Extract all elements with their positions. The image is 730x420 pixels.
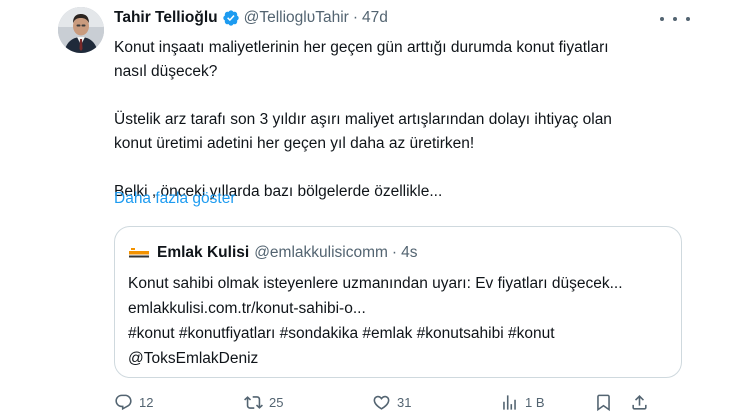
author-avatar[interactable]	[58, 7, 104, 53]
reply-count: 12	[139, 394, 154, 410]
quote-line: Konut sahibi olmak isteyenlere uzmanında…	[128, 275, 623, 292]
like-count: 31	[397, 394, 412, 410]
quoted-tweet[interactable]: Emlak Kulisi @emlakkulisicomm · 4s Konut…	[114, 226, 682, 378]
quote-avatar[interactable]	[128, 243, 150, 265]
quote-text: Konut sahibi olmak isteyenlere uzmanında…	[128, 271, 673, 371]
tweet-line: Üstelik arz tarafı son 3 yıldır aşırı ma…	[114, 111, 612, 128]
tweet-time[interactable]: 47d	[362, 9, 388, 27]
quote-time[interactable]: 4s	[401, 244, 417, 262]
tweet-header: Tahir Tellioğlu @TellioglυTahir · 47d	[114, 8, 388, 28]
separator-dot: ·	[352, 9, 358, 26]
author-name[interactable]: Tahir Tellioğlu	[114, 9, 218, 27]
reply-icon	[115, 394, 132, 410]
quote-mention[interactable]: @ToksEmlakDeniz	[128, 346, 673, 371]
retweet-icon	[244, 395, 263, 409]
verified-badge-icon	[222, 9, 240, 27]
heart-icon	[373, 395, 390, 410]
tweet-text: Konut inşaatı maliyetlerinin her geçen g…	[114, 36, 704, 204]
tweet-line: konut üretimi adetini her geçen yıl daha…	[114, 135, 475, 152]
tweet: Tahir Tellioğlu @TellioglυTahir · 47d Ko…	[0, 0, 730, 420]
views-count: 1 B	[525, 394, 545, 410]
tweet-line: Konut inşaatı maliyetlerinin her geçen g…	[114, 39, 609, 56]
bookmark-icon	[597, 394, 610, 411]
tweet-line: nasıl düşecek?	[114, 63, 218, 80]
retweet-count: 25	[269, 394, 284, 410]
quote-author-handle[interactable]: @emlakkulisicomm	[254, 244, 388, 262]
retweet-button[interactable]: 25	[244, 390, 283, 414]
quote-link[interactable]: emlakkulisi.com.tr/konut-sahibi-o...	[128, 296, 673, 321]
share-icon	[632, 394, 647, 410]
quote-header: Emlak Kulisi @emlakkulisicomm · 4s	[157, 242, 417, 264]
separator-dot: ·	[391, 244, 398, 261]
reply-button[interactable]: 12	[114, 390, 153, 414]
views-button[interactable]: 1 B	[500, 390, 545, 414]
more-dots-icon[interactable]	[660, 12, 690, 26]
show-more-link[interactable]: Daha fazla göster	[114, 190, 236, 208]
views-chart-icon	[503, 394, 516, 410]
emlak-kulisi-logo	[128, 243, 150, 265]
tweet-actions: 12 25 31 1 B	[110, 390, 690, 414]
author-handle[interactable]: @TellioglυTahir	[244, 9, 349, 27]
quote-author-name[interactable]: Emlak Kulisi	[157, 244, 249, 262]
quote-hashtags[interactable]: #konut #konutfiyatları #sondakika #emlak…	[128, 321, 673, 346]
like-button[interactable]: 31	[372, 390, 411, 414]
avatar-photo	[58, 7, 104, 53]
share-button[interactable]	[630, 390, 649, 414]
bookmark-button[interactable]	[594, 390, 613, 414]
